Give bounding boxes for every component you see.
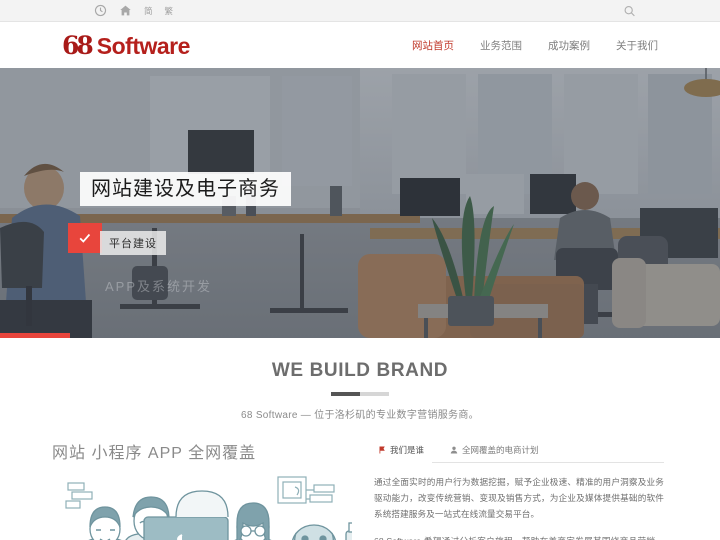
page-title: WE BUILD BRAND [271,360,449,381]
section-subtitle: 68 Software — 位于洛杉矶的专业数字营销服务商。 [241,410,479,421]
tab-bar: 我们是谁 全网覆盖的电商计划 [374,439,664,463]
nav-item-services[interactable]: 业务范围 [480,38,522,53]
left-heading: 网站 小程序 APP 全网覆盖 [52,445,257,462]
hero-ghost-label: APP及系统开发 [105,279,213,294]
hero-progress-bar[interactable] [0,333,70,338]
tab-ecommerce-plan[interactable]: 全网覆盖的电商计划 [446,439,547,462]
hero-caption-text: 网站建设及电子商务 [91,178,280,200]
title-divider [331,392,389,396]
hero-check-badge [68,223,102,253]
divider-dark-segment [331,392,360,396]
content-right-column: 我们是谁 全网覆盖的电商计划 通过全面实时的用户行为数据挖掘，赋予企业极速、精准… [374,439,664,540]
nav-item-home[interactable]: 网站首页 [412,38,454,53]
topbar-left-group: 简 繁 [80,4,173,17]
section-header: WE BUILD BRAND 68 Software — 位于洛杉矶的专业数字营… [0,338,720,421]
hero-caption: 网站建设及电子商务 [80,172,291,206]
lang-simplified-link[interactable]: 简 [144,5,153,17]
site-logo[interactable]: 68 Software [62,33,190,58]
flag-icon [378,446,386,454]
tab-who-we-are-label: 我们是谁 [390,445,425,455]
content-area: 网站 小程序 APP 全网覆盖 我们是谁 全网覆盖的电商计划 通过全面实时的用户… [0,421,720,540]
logo-text: Software [96,32,191,59]
clock-icon[interactable] [94,4,107,17]
nav-item-about[interactable]: 关于我们 [616,38,658,53]
logo-mark: 68 [62,30,94,60]
search-icon[interactable] [623,4,636,17]
check-icon [79,233,91,243]
main-navigation: 网站首页 业务范围 成功案例 关于我们 [412,38,658,53]
tab-ecommerce-plan-label: 全网覆盖的电商计划 [462,445,539,455]
home-icon[interactable] [119,4,132,17]
divider-light-segment [360,392,389,396]
content-left-column: 网站 小程序 APP 全网覆盖 [52,439,352,540]
paragraph-1: 通过全面实时的用户行为数据挖掘，赋予企业极速、精准的用户洞察及业务驱动能力，改变… [374,477,664,519]
page-root: 简 繁 68 Software 网站首页 业务范围 成功案例 关于我们 网站建设… [0,0,720,540]
hero-banner[interactable]: 网站建设及电子商务 平台建设 APP及系统开发 [0,68,720,338]
top-utility-bar: 简 繁 [0,0,720,22]
team-illustration [65,476,352,540]
paragraph-2: 68 Software 希望通过分析客户旅程，帮助在美商家发展其围绕商品营销，品… [374,534,664,540]
lang-traditional-link[interactable]: 繁 [165,5,174,17]
site-header: 68 Software 网站首页 业务范围 成功案例 关于我们 [0,22,720,68]
user-icon [450,446,458,454]
hero-subtitle-chip: 平台建设 [100,231,166,255]
topbar-right-group [623,0,640,21]
tab-who-we-are[interactable]: 我们是谁 [374,439,433,463]
hero-subtitle-text: 平台建设 [109,238,157,250]
nav-item-cases[interactable]: 成功案例 [548,38,590,53]
